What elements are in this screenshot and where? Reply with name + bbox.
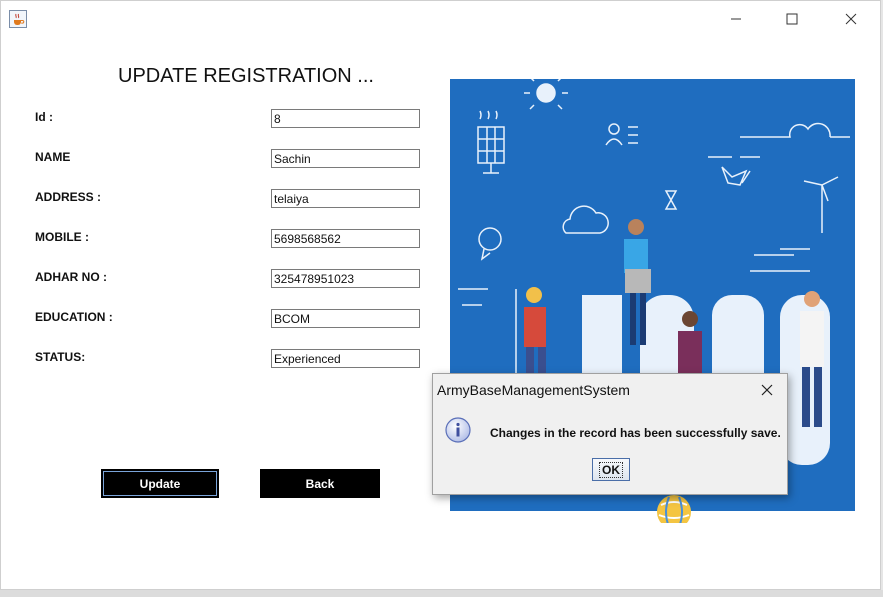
globe-graphic — [655, 493, 693, 529]
mobile-label: MOBILE : — [35, 230, 89, 244]
java-cup-icon — [9, 10, 27, 28]
ok-button[interactable]: OK — [592, 458, 630, 481]
back-button[interactable]: Back — [260, 469, 380, 498]
close-icon[interactable] — [751, 378, 783, 402]
dialog-title: ArmyBaseManagementSystem — [437, 382, 630, 398]
app-window: UPDATE REGISTRATION ... Id : 8 NAME Sach… — [0, 0, 881, 590]
ok-label: OK — [599, 461, 623, 478]
id-label: Id : — [35, 110, 53, 124]
status-field[interactable]: Experienced — [271, 349, 420, 368]
minimize-icon[interactable] — [713, 4, 759, 34]
education-label: EDUCATION : — [35, 310, 113, 324]
desktop-background — [0, 590, 883, 597]
name-field[interactable]: Sachin — [271, 149, 420, 168]
address-label: ADDRESS : — [35, 190, 102, 204]
message-dialog: ArmyBaseManagementSystem Changes in the … — [432, 373, 788, 495]
address-field[interactable]: telaiya — [271, 189, 420, 208]
close-icon[interactable] — [828, 4, 874, 34]
page-title: UPDATE REGISTRATION ... — [118, 65, 374, 87]
title-bar — [1, 1, 880, 37]
id-field[interactable]: 8 — [271, 109, 420, 128]
adhar-no-field[interactable]: 325478951023 — [271, 269, 420, 288]
dialog-message: Changes in the record has been successfu… — [490, 426, 781, 440]
update-button[interactable]: Update — [101, 469, 219, 498]
status-label: STATUS: — [35, 350, 86, 364]
mobile-field[interactable]: 5698568562 — [271, 229, 420, 248]
education-field[interactable]: BCOM — [271, 309, 420, 328]
adhar-no-label: ADHAR NO : — [35, 270, 107, 284]
maximize-icon[interactable] — [769, 4, 815, 34]
info-icon — [445, 417, 471, 443]
name-label: NAME — [35, 150, 71, 164]
